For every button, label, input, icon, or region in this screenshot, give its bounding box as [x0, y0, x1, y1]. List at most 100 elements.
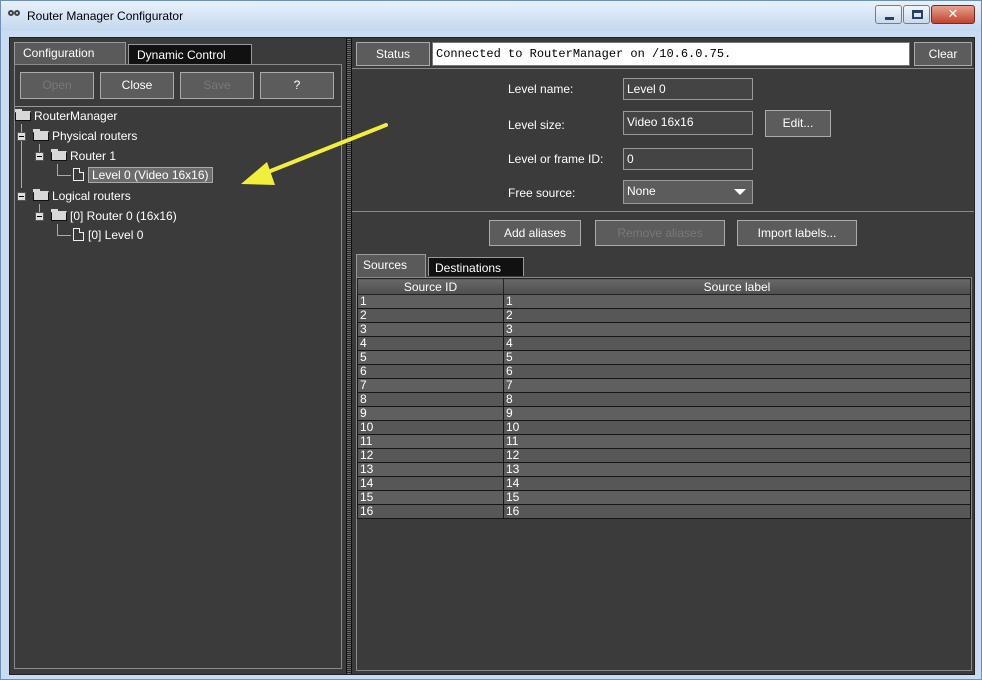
tree-node-label: Logical routers — [52, 189, 131, 203]
source-label-cell[interactable]: 3 — [503, 322, 971, 337]
table-row[interactable]: 99 — [357, 406, 971, 421]
close-window-button[interactable]: ✕ — [931, 5, 975, 24]
source-id-cell[interactable]: 3 — [357, 322, 504, 337]
source-label-cell[interactable]: 10 — [503, 420, 971, 435]
alias-buttons: Add aliases Remove aliases Import labels… — [352, 213, 974, 249]
tab-destinations[interactable]: Destinations — [428, 257, 524, 276]
app-icon — [8, 9, 22, 21]
tree-node-physical-routers[interactable]: Physical routers — [33, 128, 137, 144]
table-row[interactable]: 55 — [357, 350, 971, 365]
level-form: Level name: Level 0 Level size: Video 16… — [352, 68, 974, 212]
tree-node-level-0[interactable]: Level 0 (Video 16x16) — [73, 167, 213, 183]
source-label-cell[interactable]: 9 — [503, 406, 971, 421]
tree-node-logical-level-0[interactable]: [0] Level 0 — [73, 227, 143, 243]
remove-aliases-button[interactable]: Remove aliases — [595, 220, 725, 246]
level-name-label: Level name: — [508, 82, 574, 96]
tree-node-routermanager[interactable]: RouterManager — [15, 108, 117, 124]
source-label-cell[interactable]: 8 — [503, 392, 971, 407]
table-row[interactable]: 10 10 — [357, 420, 971, 435]
collapse-icon[interactable] — [35, 152, 44, 161]
free-source-value: None — [627, 184, 656, 198]
source-id-cell[interactable]: 8 — [357, 392, 504, 407]
table-row[interactable]: 11 — [357, 294, 971, 309]
source-label-cell[interactable]: 2 — [503, 308, 971, 323]
table-row[interactable]: 16 16 — [357, 504, 971, 519]
level-size-field: Video 16x16 — [623, 111, 753, 135]
table-header-row: Source ID Source label — [357, 278, 971, 295]
table-row[interactable]: 77 — [357, 378, 971, 393]
tab-sources[interactable]: Sources — [356, 254, 426, 277]
source-label-cell[interactable]: 15 — [503, 490, 971, 505]
source-label-cell[interactable]: 1 — [503, 294, 971, 309]
source-id-cell[interactable]: 12 — [357, 448, 504, 463]
free-source-select[interactable]: None — [623, 180, 753, 204]
source-label-cell[interactable]: 14 — [503, 476, 971, 491]
table-row[interactable]: 66 — [357, 364, 971, 379]
folder-icon — [33, 189, 49, 201]
tab-configuration[interactable]: Configuration — [14, 42, 126, 65]
collapse-icon[interactable] — [35, 212, 44, 221]
table-row[interactable]: 14 14 — [357, 476, 971, 491]
table-row[interactable]: 33 — [357, 322, 971, 337]
free-source-label: Free source: — [508, 186, 576, 200]
table-row[interactable]: 44 — [357, 336, 971, 351]
minimize-button[interactable] — [875, 5, 902, 24]
maximize-button[interactable] — [903, 5, 930, 24]
source-id-cell[interactable]: 9 — [357, 406, 504, 421]
table-row[interactable]: 22 — [357, 308, 971, 323]
status-button[interactable]: Status — [356, 42, 430, 66]
tree-node-router-1[interactable]: Router 1 — [51, 148, 116, 164]
close-button[interactable]: Close — [100, 72, 174, 99]
collapse-icon[interactable] — [17, 132, 26, 141]
source-id-cell[interactable]: 10 — [357, 420, 504, 435]
title-bar[interactable]: Router Manager Configurator ✕ — [1, 1, 981, 31]
column-header-source-id[interactable]: Source ID — [357, 278, 504, 295]
table-row[interactable]: 15 15 — [357, 490, 971, 505]
table-row[interactable]: 11 11 — [357, 434, 971, 449]
tree-node-logical-routers[interactable]: Logical routers — [33, 188, 131, 204]
status-bar: Status Connected to RouterManager on /10… — [352, 40, 974, 66]
source-label-cell[interactable]: 13 — [503, 462, 971, 477]
source-label-cell[interactable]: 5 — [503, 350, 971, 365]
source-label-cell[interactable]: 4 — [503, 336, 971, 351]
column-header-source-label[interactable]: Source label — [503, 278, 971, 295]
source-label-cell[interactable]: 11 — [503, 434, 971, 449]
sources-table: Source ID Source label 11223344556677889… — [357, 278, 971, 519]
source-id-cell[interactable]: 7 — [357, 378, 504, 393]
document-icon — [73, 168, 84, 181]
clear-button[interactable]: Clear — [914, 42, 972, 66]
source-id-cell[interactable]: 1 — [357, 294, 504, 309]
source-id-cell[interactable]: 4 — [357, 336, 504, 351]
source-label-cell[interactable]: 6 — [503, 364, 971, 379]
frame-id-field[interactable]: 0 — [623, 148, 753, 170]
help-button[interactable]: ? — [260, 72, 334, 99]
tree-line — [57, 175, 71, 176]
source-id-cell[interactable]: 11 — [357, 434, 504, 449]
configuration-pane: Open Close Save ? RouterManager Physical… — [14, 64, 342, 669]
table-row[interactable]: 12 12 — [357, 448, 971, 463]
tab-dynamic-control[interactable]: Dynamic Control — [128, 44, 252, 64]
source-id-cell[interactable]: 5 — [357, 350, 504, 365]
source-id-cell[interactable]: 6 — [357, 364, 504, 379]
import-labels-button[interactable]: Import labels... — [737, 220, 857, 246]
tree-node-router-0[interactable]: [0] Router 0 (16x16) — [51, 208, 177, 224]
table-row[interactable]: 13 13 — [357, 462, 971, 477]
table-row[interactable]: 88 — [357, 392, 971, 407]
source-id-cell[interactable]: 14 — [357, 476, 504, 491]
source-label-cell[interactable]: 16 — [503, 504, 971, 519]
source-label-cell[interactable]: 12 — [503, 448, 971, 463]
source-label-cell[interactable]: 7 — [503, 378, 971, 393]
close-icon: ✕ — [947, 7, 959, 22]
sources-table-container: Source ID Source label 11223344556677889… — [356, 277, 972, 671]
save-button[interactable]: Save — [180, 72, 254, 99]
source-id-cell[interactable]: 2 — [357, 308, 504, 323]
level-name-field[interactable]: Level 0 — [623, 78, 753, 100]
folder-icon — [33, 129, 49, 141]
source-id-cell[interactable]: 13 — [357, 462, 504, 477]
source-id-cell[interactable]: 16 — [357, 504, 504, 519]
source-id-cell[interactable]: 15 — [357, 490, 504, 505]
edit-button[interactable]: Edit... — [765, 110, 831, 137]
add-aliases-button[interactable]: Add aliases — [489, 220, 581, 246]
open-button[interactable]: Open — [20, 72, 94, 99]
collapse-icon[interactable] — [17, 192, 26, 201]
